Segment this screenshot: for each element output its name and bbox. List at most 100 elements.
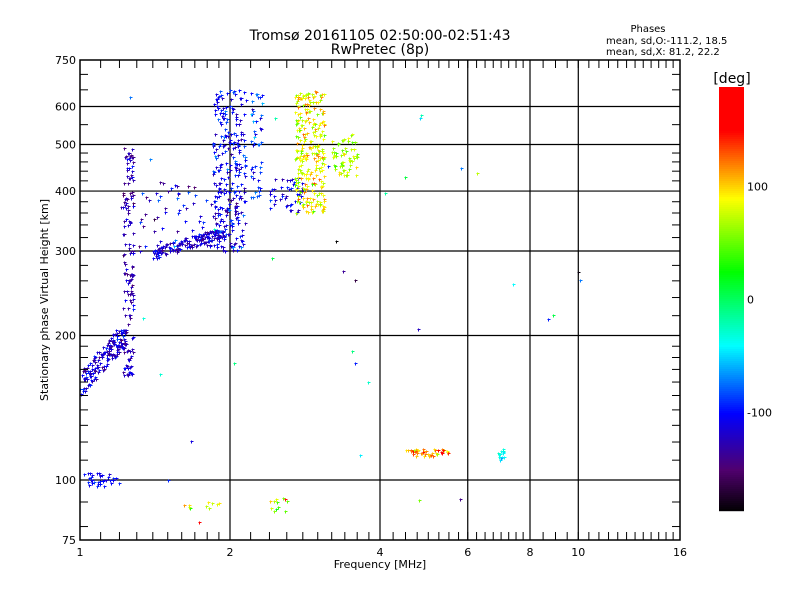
colorbar-segment bbox=[719, 237, 744, 240]
colorbar-segment bbox=[719, 373, 744, 376]
data-point bbox=[89, 375, 93, 379]
data-point bbox=[307, 96, 311, 100]
colorbar-segment bbox=[719, 245, 744, 248]
colorbar-segment bbox=[719, 89, 744, 92]
data-point bbox=[208, 507, 212, 511]
colorbar-segment bbox=[719, 203, 744, 206]
data-point bbox=[302, 197, 306, 201]
colorbar-segment bbox=[719, 453, 744, 456]
data-point bbox=[460, 167, 464, 171]
data-point bbox=[226, 168, 230, 172]
colorbar-segment bbox=[719, 483, 744, 486]
data-point bbox=[226, 92, 230, 96]
data-point bbox=[270, 507, 274, 511]
data-point bbox=[144, 213, 148, 217]
colorbar-segment bbox=[719, 299, 744, 302]
data-point bbox=[259, 117, 263, 121]
data-point bbox=[198, 220, 202, 224]
data-point bbox=[183, 504, 187, 508]
colorbar-segment bbox=[719, 121, 744, 124]
colorbar-segment bbox=[719, 109, 744, 112]
data-point bbox=[87, 481, 91, 485]
colorbar-segment bbox=[719, 499, 744, 502]
data-point bbox=[132, 244, 136, 248]
data-point bbox=[259, 166, 263, 170]
data-point bbox=[345, 150, 349, 154]
colorbar-segment bbox=[719, 243, 744, 246]
data-point bbox=[346, 171, 350, 175]
colorbar-segment bbox=[719, 427, 744, 430]
data-point bbox=[228, 191, 232, 195]
data-point bbox=[415, 455, 419, 459]
data-point bbox=[159, 181, 163, 185]
colorbar-segment bbox=[719, 429, 744, 432]
stats-heading: Phases bbox=[630, 24, 665, 35]
data-point bbox=[228, 203, 232, 207]
colorbar-segment bbox=[719, 137, 744, 140]
data-point bbox=[271, 257, 275, 261]
data-point bbox=[131, 170, 135, 174]
colorbar-segment bbox=[719, 367, 744, 370]
data-point bbox=[184, 220, 188, 224]
data-point bbox=[261, 102, 265, 106]
data-point bbox=[215, 93, 219, 97]
data-point bbox=[354, 279, 358, 283]
data-point bbox=[269, 207, 273, 211]
data-point bbox=[306, 185, 310, 189]
data-point bbox=[193, 186, 197, 190]
y-tick-label: 400 bbox=[55, 185, 76, 198]
data-point bbox=[312, 118, 316, 122]
data-point bbox=[152, 257, 156, 261]
data-point bbox=[127, 212, 131, 216]
data-point bbox=[274, 178, 278, 182]
colorbar-segment bbox=[719, 201, 744, 204]
data-point bbox=[127, 182, 131, 186]
colorbar-segment bbox=[719, 157, 744, 160]
data-point bbox=[213, 151, 217, 155]
colorbar-segment bbox=[719, 439, 744, 442]
colorbar-segment bbox=[719, 493, 744, 496]
data-point bbox=[231, 111, 235, 115]
data-point bbox=[342, 169, 346, 173]
data-point bbox=[243, 145, 247, 149]
data-point bbox=[96, 366, 100, 370]
data-point bbox=[316, 113, 320, 117]
colorbar-segment bbox=[719, 249, 744, 252]
colorbar-segment bbox=[719, 467, 744, 470]
colorbar-segment bbox=[719, 401, 744, 404]
colorbar-segment bbox=[719, 333, 744, 336]
colorbar-segment bbox=[719, 315, 744, 318]
data-point bbox=[105, 347, 109, 351]
colorbar-segment bbox=[719, 433, 744, 436]
data-point bbox=[252, 177, 256, 181]
data-point bbox=[313, 107, 317, 111]
data-point bbox=[367, 381, 371, 385]
colorbar-segment bbox=[719, 307, 744, 310]
data-point bbox=[355, 174, 359, 178]
data-point bbox=[221, 152, 225, 156]
colorbar-segment bbox=[719, 353, 744, 356]
colorbar-segment bbox=[719, 169, 744, 172]
colorbar-segment bbox=[719, 193, 744, 196]
data-point bbox=[132, 161, 136, 165]
colorbar-segment bbox=[719, 217, 744, 220]
colorbar-segment bbox=[719, 233, 744, 236]
data-point bbox=[243, 113, 247, 117]
data-point bbox=[123, 182, 127, 186]
data-point bbox=[162, 182, 166, 186]
colorbar-segment bbox=[719, 377, 744, 380]
data-point bbox=[433, 448, 437, 452]
data-point bbox=[281, 178, 285, 182]
data-point bbox=[187, 191, 191, 195]
colorbar-segment bbox=[719, 263, 744, 266]
colorbar-segment bbox=[719, 287, 744, 290]
colorbar-segment bbox=[719, 375, 744, 378]
data-point bbox=[127, 307, 131, 311]
data-point bbox=[384, 192, 388, 196]
data-point bbox=[241, 234, 245, 238]
data-point bbox=[351, 350, 355, 354]
data-point bbox=[159, 240, 163, 244]
colorbar-segment bbox=[719, 117, 744, 120]
data-point bbox=[250, 92, 254, 96]
colorbar-segment bbox=[719, 99, 744, 102]
